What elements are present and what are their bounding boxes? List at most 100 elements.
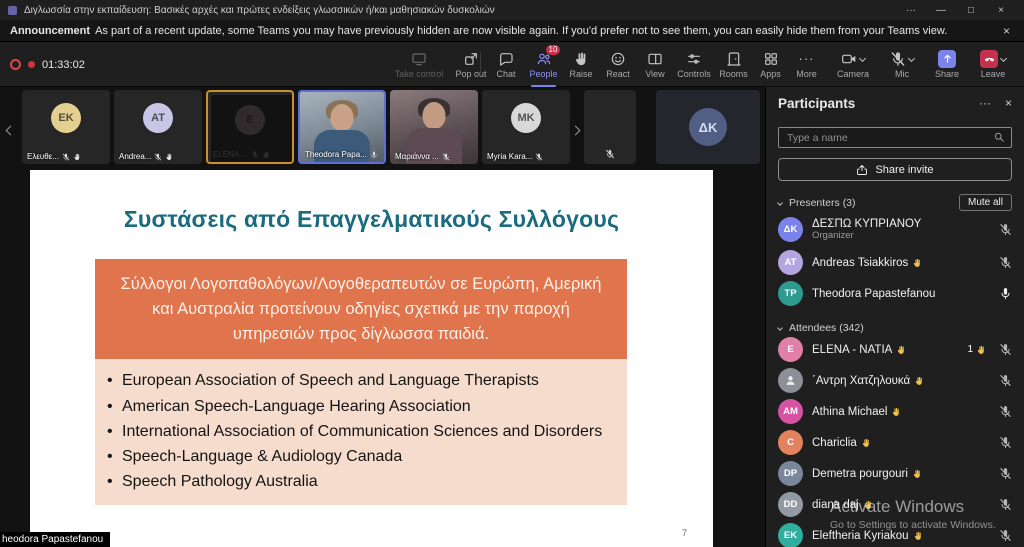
take-control-button[interactable]: Take control [388,42,450,87]
mic-button[interactable]: Mic [880,42,924,87]
mic-off-icon [62,153,70,161]
avatar: MK [511,103,541,133]
participant-row[interactable]: EK Eleftheria Kyriakou [778,520,1012,547]
raised-hand-icon [912,258,922,268]
react-button[interactable]: React [600,42,636,87]
participants-panel: Participants ··· × Share invite Presente… [765,87,1024,547]
participant-row[interactable]: ΔΚ ΔΕΣΠΩ ΚΥΠΡΙΑΝΟΥ Organizer [778,211,1012,247]
avatar [778,368,803,393]
pop-out-icon [463,51,479,67]
raised-hand-icon [891,407,901,417]
video-tile-pinned[interactable]: ΔΚ [656,90,760,164]
react-icon [610,51,626,67]
share-invite-button[interactable]: Share invite [778,158,1012,181]
camera-button[interactable]: Camera [828,42,878,87]
participant-row[interactable]: ΄Αντρη Χατζηλουκά [778,365,1012,396]
mic-off-icon [999,498,1012,511]
raised-hand-icon [73,153,81,161]
participant-row[interactable]: AM Athina Michael [778,396,1012,427]
mic-off-icon [999,256,1012,269]
mic-icon [999,287,1012,300]
strip-scroll-right-icon[interactable] [572,121,579,139]
more-button[interactable]: ··· More [789,42,824,87]
app-icon [8,6,17,15]
video-tile[interactable]: 1 E ELENA ... [206,90,294,164]
avatar: AT [778,250,803,275]
avatar: ΔΚ [778,217,803,242]
controls-icon [686,51,702,67]
panel-more-icon[interactable]: ··· [979,96,991,110]
meeting-stage: EK Ελευθε... AT Andrea... 1 E [0,87,765,547]
titlebar-more-icon[interactable]: ··· [896,5,926,16]
share-button[interactable]: Share [926,42,968,87]
mic-off-icon [999,223,1012,236]
maximize-icon[interactable]: □ [956,5,986,16]
raised-hand-icon [913,531,923,541]
video-tile[interactable]: EK Ελευθε... [22,90,110,164]
meeting-toolbar: 01:33:02 Take control Pop out Chat 10 Pe… [0,42,1024,87]
video-tile[interactable]: MK Myria Kara... [482,90,570,164]
minimize-icon[interactable]: — [926,5,956,16]
avatar: DP [778,461,803,486]
participant-row[interactable]: DP Demetra pourgouri [778,458,1012,489]
avatar: EK [51,103,81,133]
person-icon [784,374,797,387]
video-tile[interactable]: AT Andrea... [114,90,202,164]
video-tile[interactable] [584,90,636,164]
attendees-section-header[interactable]: Attendees (342) [778,322,1012,334]
panel-title: Participants [778,96,855,111]
view-button[interactable]: View [637,42,673,87]
video-tile[interactable]: Μαριάννα ... [390,90,478,164]
participant-row[interactable]: C Chariclia [778,427,1012,458]
mic-off-icon [999,374,1012,387]
more-icon: ··· [799,50,815,67]
people-button[interactable]: 10 People [525,42,562,87]
mic-off-icon [999,529,1012,542]
mic-icon [370,151,378,159]
participant-row[interactable]: AT Andreas Tsiakkiros [778,247,1012,278]
raise-hand-icon [573,51,589,67]
avatar: C [778,430,803,455]
chat-button[interactable]: Chat [488,42,524,87]
avatar: EK [778,523,803,547]
announcement-close-icon[interactable]: × [999,24,1014,38]
controls-button[interactable]: Controls [674,42,714,87]
participant-row[interactable]: E ELENA - NATIA 1 [778,334,1012,365]
raised-hand-icon [914,376,924,386]
mute-all-button[interactable]: Mute all [959,194,1012,211]
mic-chevron-icon[interactable] [908,55,915,62]
teams-meeting-window: Διγλωσσία στην εκπαίδευση: Βασικές αρχές… [0,0,1024,547]
close-icon[interactable]: × [986,5,1016,16]
raised-hand-order: 1 [967,344,986,355]
announcement-label: Announcement [10,25,90,37]
slide-callout: Σύλλογοι Λογοπαθολόγων/Λογοθεραπευτών σε… [95,259,627,359]
leave-chevron-icon[interactable] [1000,55,1007,62]
slide-bullet-list: •European Association of Speech and Lang… [95,359,627,504]
camera-chevron-icon[interactable] [859,55,866,62]
participant-row[interactable]: TP Theodora Papastefanou [778,278,1012,309]
rooms-button[interactable]: Rooms [715,42,752,87]
apps-button[interactable]: Apps [753,42,788,87]
video-tile[interactable]: Theodora Papa... [298,90,386,164]
participant-search-input[interactable] [778,127,1012,148]
raised-hand-count-pill: 1 [211,95,294,164]
recording-dot-icon [28,61,35,68]
mic-off-icon [154,153,162,161]
presenters-section-header[interactable]: Presenters (3) Mute all [778,194,1012,211]
pop-out-button[interactable]: Pop out [450,42,492,87]
shared-slide: Συστάσεις από Επαγγελματικούς Συλλόγους … [30,170,713,547]
participant-row[interactable]: DD diana daj [778,489,1012,520]
strip-scroll-left-icon[interactable] [7,121,14,139]
announcement-text: As part of a recent update, some Teams y… [95,25,947,37]
take-control-icon [411,51,427,67]
raised-hand-icon [863,500,873,510]
mic-off-icon [999,405,1012,418]
people-badge: 10 [546,45,560,55]
mic-off-icon [999,343,1012,356]
leave-button[interactable]: Leave [968,42,1018,87]
panel-close-icon[interactable]: × [1005,96,1012,110]
meeting-timer: 01:33:02 [42,59,85,71]
record-icon[interactable] [10,59,21,70]
mic-off-icon [605,149,615,159]
raise-hand-button[interactable]: Raise [563,42,599,87]
